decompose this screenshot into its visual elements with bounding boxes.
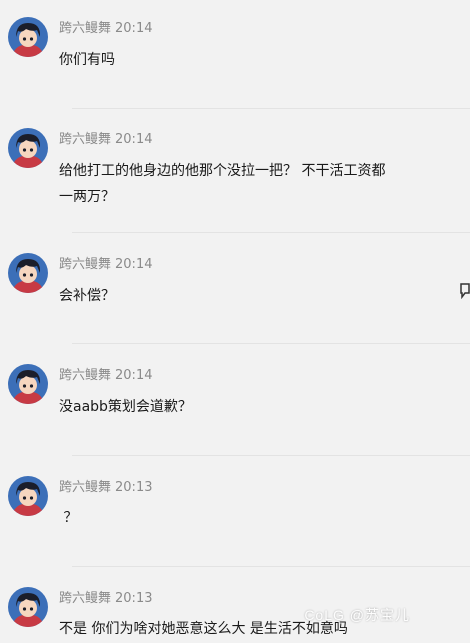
timestamp: 20:13 bbox=[115, 591, 153, 606]
message-divider bbox=[72, 108, 470, 109]
avatar[interactable] bbox=[8, 253, 48, 293]
reply-icon[interactable] bbox=[460, 283, 470, 299]
message-header: 跨六鳗舞 20:14 bbox=[59, 364, 152, 383]
username[interactable]: 跨六鳗舞 bbox=[59, 480, 111, 495]
message-divider bbox=[72, 566, 470, 567]
username[interactable]: 跨六鳗舞 bbox=[59, 21, 111, 36]
timestamp: 20:13 bbox=[115, 480, 153, 495]
message-header: 跨六鳗舞 20:14 bbox=[59, 253, 152, 272]
message-header: 跨六鳗舞 20:14 bbox=[59, 17, 152, 36]
message-text: ？ bbox=[59, 510, 78, 526]
username[interactable]: 跨六鳗舞 bbox=[59, 132, 111, 147]
watermark: CoLG @苏宝儿 bbox=[304, 607, 410, 623]
username[interactable]: 跨六鳗舞 bbox=[59, 368, 111, 383]
avatar[interactable] bbox=[8, 587, 48, 627]
message-header: 跨六鳗舞 20:13 bbox=[59, 476, 152, 495]
avatar[interactable] bbox=[8, 364, 48, 404]
message-header: 跨六鳗舞 20:14 bbox=[59, 128, 152, 147]
timestamp: 20:14 bbox=[115, 368, 153, 383]
message-divider bbox=[72, 455, 470, 456]
message-divider bbox=[72, 232, 470, 233]
message-text: 没aabb策划会道歉？ bbox=[59, 399, 192, 415]
timestamp: 20:14 bbox=[115, 257, 153, 272]
message-text: 给他打工的他身边的他那个没拉一把？ 不干活工资都一两万？ bbox=[59, 163, 386, 205]
message-text: 你们有吗 bbox=[59, 52, 115, 68]
avatar[interactable] bbox=[8, 17, 48, 57]
message-header: 跨六鳗舞 20:13 bbox=[59, 587, 152, 606]
avatar[interactable] bbox=[8, 128, 48, 168]
username[interactable]: 跨六鳗舞 bbox=[59, 257, 111, 272]
message-divider bbox=[72, 343, 470, 344]
avatar[interactable] bbox=[8, 476, 48, 516]
username[interactable]: 跨六鳗舞 bbox=[59, 591, 111, 606]
timestamp: 20:14 bbox=[115, 132, 153, 147]
message-text: 会补偿？ bbox=[59, 288, 115, 304]
timestamp: 20:14 bbox=[115, 21, 153, 36]
